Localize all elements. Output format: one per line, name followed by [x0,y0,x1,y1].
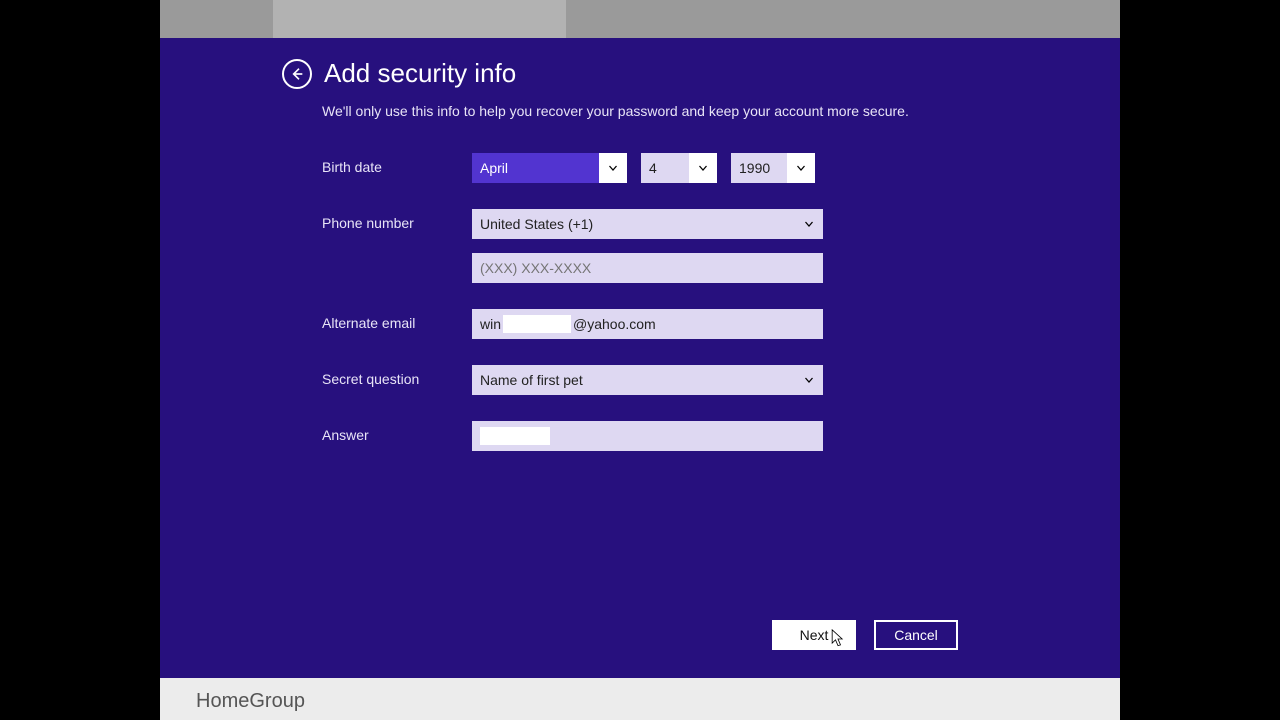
birth-day-select[interactable]: 4 [641,153,717,183]
birth-date-label: Birth date [322,153,472,175]
birth-year-select[interactable]: 1990 [731,153,815,183]
phone-number-label: Phone number [322,209,472,231]
phone-country-value: United States (+1) [472,216,601,232]
chevron-down-icon [787,153,815,183]
arrow-left-icon [289,66,305,82]
cursor-icon [831,629,845,649]
phone-country-select[interactable]: United States (+1) [472,209,823,239]
secret-question-select[interactable]: Name of first pet [472,365,823,395]
birth-month-select[interactable]: April [472,153,627,183]
birth-day-value: 4 [641,160,665,176]
secret-question-value: Name of first pet [472,372,591,388]
redacted-segment [480,427,550,445]
redacted-segment [503,315,571,333]
birth-year-value: 1990 [731,160,778,176]
chevron-down-icon [795,365,823,395]
back-button[interactable] [282,59,312,89]
answer-input[interactable] [472,421,823,451]
security-info-panel: Add security info We'll only use this in… [160,38,1120,678]
background-window-tab [273,0,566,38]
birth-month-value: April [472,160,516,176]
alternate-email-label: Alternate email [322,309,472,331]
chevron-down-icon [689,153,717,183]
app-viewport: Add security info We'll only use this in… [160,0,1120,720]
page-subtitle: We'll only use this info to help you rec… [322,103,909,119]
chevron-down-icon [795,209,823,239]
chevron-down-icon [599,153,627,183]
security-info-form: Birth date April 4 1990 [322,153,982,477]
background-window-top [160,0,1120,38]
alternate-email-prefix: win [480,316,501,332]
phone-number-input[interactable] [472,253,823,283]
background-window-bottom: HomeGroup [160,678,1120,720]
alternate-email-input[interactable]: win @yahoo.com [472,309,823,339]
next-button-label: Next [800,627,829,643]
background-window-title: HomeGroup [196,690,305,713]
page-title: Add security info [324,58,516,89]
secret-question-label: Secret question [322,365,472,387]
next-button[interactable]: Next [772,620,856,650]
cancel-button[interactable]: Cancel [874,620,958,650]
answer-label: Answer [322,421,472,443]
alternate-email-suffix: @yahoo.com [573,316,656,332]
cancel-button-label: Cancel [894,627,938,643]
